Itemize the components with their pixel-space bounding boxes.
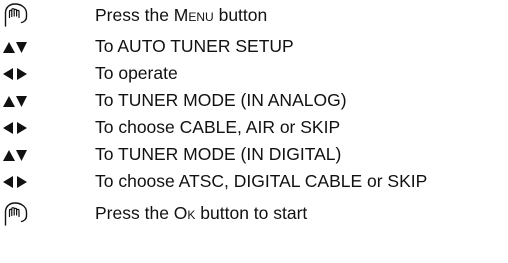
step-text: To operate (95, 63, 178, 83)
left-right-arrows-icon (3, 176, 27, 188)
step-tuner-mode-analog: To TUNER MODE (IN ANALOG) (0, 89, 508, 115)
finger-press-icon (4, 202, 28, 226)
instruction-list: Press the Menu button To AUTO TUNER SETU… (0, 0, 508, 263)
up-down-arrows-icon (3, 150, 27, 161)
step-tuner-mode-digital: To TUNER MODE (IN DIGITAL) (0, 143, 508, 169)
step-press-menu: Press the Menu button (0, 2, 508, 28)
step-choose-cable-air: To choose CABLE, AIR or SKIP (0, 116, 508, 142)
step-text: To AUTO TUNER SETUP (95, 36, 294, 56)
finger-press-icon (4, 3, 28, 27)
step-operate: To operate (0, 62, 508, 88)
left-right-arrows-icon (3, 122, 27, 134)
step-text: To choose ATSC, DIGITAL CABLE or SKIP (95, 171, 428, 191)
up-down-arrows-icon (3, 96, 27, 107)
step-text: Press the Menu button (95, 5, 268, 25)
step-text: Press the Ok button to start (95, 203, 308, 223)
left-right-arrows-icon (3, 68, 27, 80)
up-down-arrows-icon (3, 42, 27, 53)
step-text: To choose CABLE, AIR or SKIP (95, 117, 341, 137)
step-auto-tuner-setup: To AUTO TUNER SETUP (0, 35, 508, 61)
step-text: To TUNER MODE (IN ANALOG) (95, 90, 347, 110)
step-choose-atsc: To choose ATSC, DIGITAL CABLE or SKIP (0, 170, 508, 196)
step-text: To TUNER MODE (IN DIGITAL) (95, 144, 342, 164)
step-press-ok: Press the Ok button to start (0, 199, 508, 233)
